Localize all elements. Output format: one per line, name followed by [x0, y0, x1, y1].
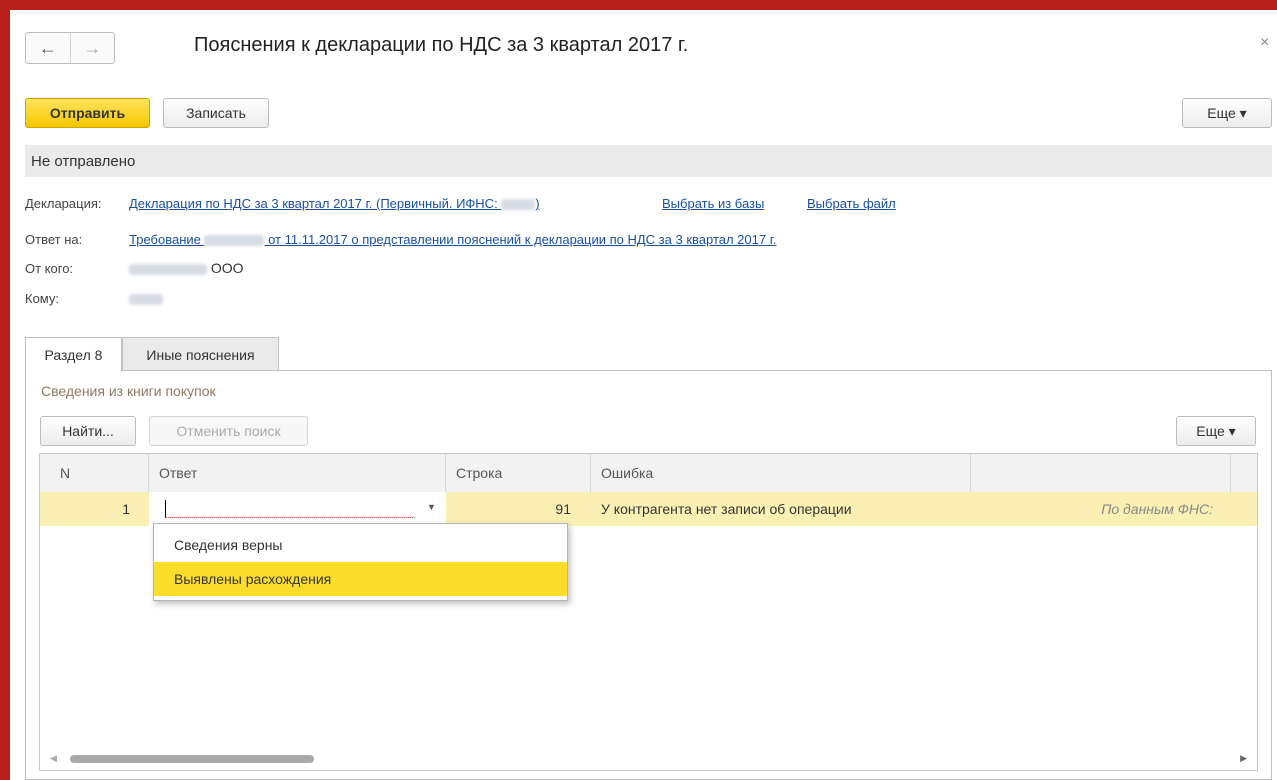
answer-to-label: Ответ на: [25, 232, 83, 247]
redacted-ifns [501, 199, 536, 211]
chevron-down-icon[interactable]: ▼ [427, 502, 436, 512]
section-title: Сведения из книги покупок [41, 383, 216, 399]
declaration-label: Декларация: [25, 196, 102, 211]
column-header-answer[interactable]: Ответ [149, 454, 446, 492]
redacted-recipient [129, 294, 163, 306]
scroll-left-icon[interactable]: ◀ [50, 753, 57, 764]
purchase-book-table: N Ответ Строка Ошибка 1 ▼ 91 У контраген… [39, 453, 1258, 771]
from-value: ООО [129, 260, 244, 276]
to-label: Кому: [25, 291, 59, 306]
choose-from-db-link[interactable]: Выбрать из базы [662, 196, 764, 211]
horizontal-scrollbar[interactable]: ◀ ▶ [40, 748, 1257, 770]
requirement-link-text: Требование [129, 232, 205, 247]
requirement-link[interactable]: Требование от 11.11.2017 о представлении… [129, 232, 776, 247]
column-header-extra[interactable] [971, 454, 1231, 492]
column-header-n[interactable]: N [40, 454, 149, 492]
save-button[interactable]: Записать [163, 98, 269, 128]
answer-dropdown-list: Сведения верны Выявлены расхождения [153, 523, 568, 601]
cancel-search-button[interactable]: Отменить поиск [149, 416, 308, 446]
page-title: Пояснения к декларации по НДС за 3 кварт… [194, 34, 689, 56]
redacted-company-name [129, 263, 207, 275]
requirement-link-rest: от 11.11.2017 о представлении пояснений … [264, 232, 777, 247]
form-window: ← → Пояснения к декларации по НДС за 3 к… [10, 10, 1277, 780]
more-menu-button[interactable]: Еще ▾ [1182, 98, 1272, 128]
status-text: Не отправлено [31, 152, 136, 170]
declaration-link-text: Декларация по НДС за 3 квартал 2017 г. (… [129, 196, 502, 211]
column-header-error[interactable]: Ошибка [591, 454, 971, 492]
tab-section-8[interactable]: Раздел 8 [25, 337, 122, 372]
scrollbar-thumb[interactable] [70, 755, 314, 763]
table-row[interactable]: 1 ▼ 91 У контрагента нет записи об опера… [40, 492, 1257, 526]
find-button[interactable]: Найти... [40, 416, 136, 446]
dropdown-option-discrepancies[interactable]: Выявлены расхождения [154, 562, 567, 596]
answer-combobox[interactable]: ▼ [149, 492, 446, 526]
cell-n: 1 [122, 501, 130, 517]
column-header-line[interactable]: Строка [446, 454, 591, 492]
table-header: N Ответ Строка Ошибка [40, 454, 1257, 493]
cell-line: 91 [555, 501, 571, 517]
scroll-right-icon[interactable]: ▶ [1240, 753, 1247, 764]
cell-extra: По данным ФНС: [1101, 501, 1213, 517]
from-value-suffix: ООО [210, 260, 244, 276]
redacted-requirement-number [204, 235, 265, 247]
forward-arrow-icon[interactable]: → [69, 33, 115, 63]
close-icon[interactable]: × [1260, 34, 1269, 52]
from-label: От кого: [25, 261, 74, 276]
tab-other-explanations[interactable]: Иные пояснения [122, 337, 279, 371]
back-arrow-icon[interactable]: ← [26, 33, 70, 63]
choose-file-link[interactable]: Выбрать файл [807, 196, 896, 211]
window-frame-top [0, 0, 1277, 10]
required-field-underline [165, 517, 413, 518]
window-frame-left [0, 0, 10, 780]
cell-error: У контрагента нет записи об операции [601, 501, 852, 517]
declaration-link-close: ) [535, 196, 540, 211]
text-caret [165, 500, 166, 517]
to-value [129, 291, 163, 306]
declaration-link[interactable]: Декларация по НДС за 3 квартал 2017 г. (… [129, 196, 540, 211]
send-button[interactable]: Отправить [25, 98, 150, 128]
status-bar: Не отправлено [25, 145, 1272, 177]
table-more-button[interactable]: Еще ▾ [1176, 416, 1256, 446]
dropdown-option-correct[interactable]: Сведения верны [154, 528, 567, 562]
navigation-buttons: ← → [25, 32, 115, 64]
